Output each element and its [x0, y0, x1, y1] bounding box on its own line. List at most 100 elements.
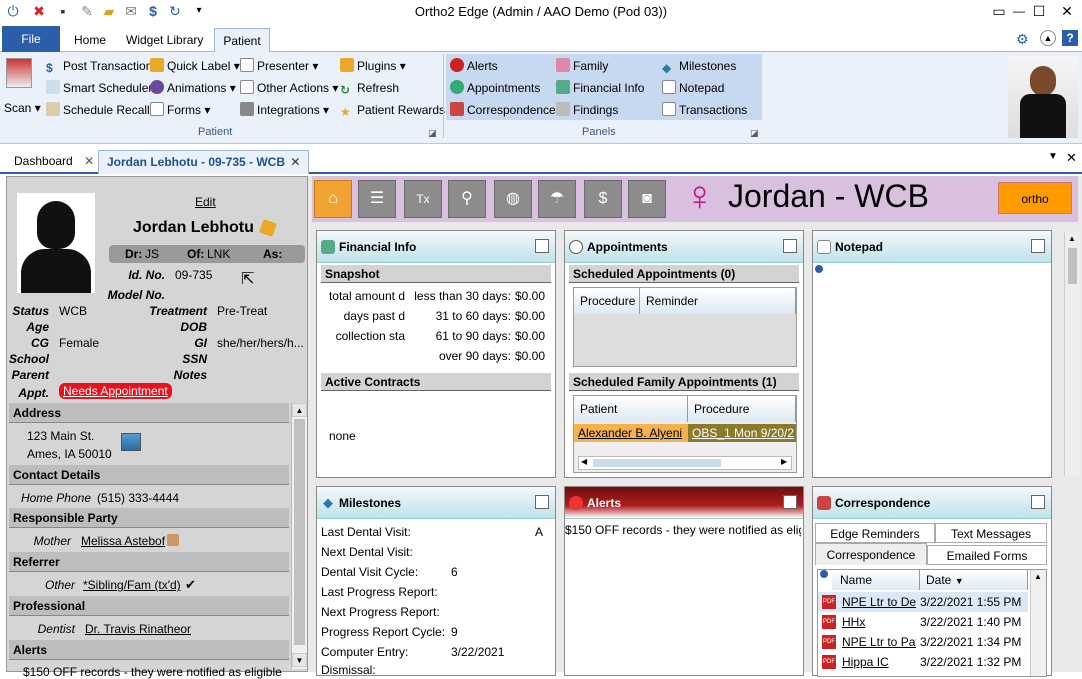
patient-rewards-button[interactable]: ★ Patient Rewards [340, 100, 445, 120]
plugins-button[interactable]: Plugins ▾ [340, 56, 406, 76]
integrations-button[interactable]: Integrations ▾ [240, 100, 329, 120]
dialog-launcher-icon[interactable]: ◪ [428, 128, 437, 139]
panel-milestones-toggle[interactable]: ◆ Milestones [662, 56, 736, 76]
referrer-link[interactable]: *Sibling/Fam (tx'd) [83, 578, 181, 592]
financial-nav-button[interactable]: $ [584, 180, 622, 218]
notepad-body[interactable] [815, 275, 1049, 475]
scheduled-appointments-grid[interactable]: Procedure Reminder [573, 287, 797, 367]
family-appointments-grid[interactable]: Patient Procedure Alexander B. Alyeni OB… [573, 395, 797, 473]
camera-nav-button[interactable]: ◙ [628, 180, 666, 218]
refresh-button[interactable]: ↻ Refresh [340, 78, 399, 98]
collapse-ribbon-icon[interactable]: ▲ [1040, 30, 1056, 46]
scanner-icon[interactable] [6, 58, 32, 88]
alerts-card-header[interactable]: Alerts [565, 487, 803, 519]
panel-correspondence-toggle[interactable]: Correspondence [450, 100, 556, 120]
document-name-link[interactable]: NPE Ltr to Pat [842, 635, 916, 649]
animations-button[interactable]: Animations ▾ [150, 78, 236, 98]
presenter-button[interactable]: Presenter ▾ [240, 56, 318, 76]
referrer-section-header[interactable]: Referrer [9, 552, 289, 572]
home-nav-button[interactable]: ⌂ [314, 180, 352, 218]
tag-icon[interactable] [259, 219, 277, 237]
horizontal-scrollbar[interactable]: ◀ ▶ [578, 456, 792, 470]
dialog-launcher-icon[interactable]: ◪ [750, 128, 759, 139]
schedule-recall-button[interactable]: Schedule Recall [46, 100, 150, 120]
family-appt-procedure[interactable]: OBS_1 Mon 9/20/2 [688, 424, 796, 442]
tab-dashboard[interactable]: Dashboard ✕ [6, 150, 102, 174]
other-actions-button[interactable]: Other Actions ▾ [240, 78, 338, 98]
map-icon[interactable] [121, 433, 141, 451]
name-column-header[interactable]: Name [832, 570, 920, 590]
panel-checkbox[interactable] [783, 495, 797, 509]
smart-scheduler-button[interactable]: Smart Scheduler [46, 78, 152, 98]
procedure-column-header[interactable]: Procedure [574, 288, 640, 314]
reminder-column-header[interactable]: Reminder [640, 288, 796, 314]
close-button[interactable]: ✕ [1048, 0, 1082, 22]
address-section-header[interactable]: Address [9, 403, 289, 423]
panel-financial-toggle[interactable]: Financial Info [556, 78, 644, 98]
scroll-up-icon[interactable]: ▲ [1034, 572, 1042, 581]
tab-file[interactable]: File [2, 26, 60, 52]
left-panel-scrollbar[interactable]: ▲ ▼ [291, 403, 307, 669]
panel-family-toggle[interactable]: Family [556, 56, 608, 76]
correspondence-grid[interactable]: Name Date ▼ ▲ PDF NPE Ltr to Der 3/22/20… [817, 569, 1047, 677]
tab-patient[interactable]: Patient [214, 28, 270, 52]
treatment-nav-button[interactable]: Tx [404, 180, 442, 218]
tab-correspondence[interactable]: Correspondence [815, 543, 927, 565]
patient-column-header[interactable]: Patient [574, 396, 688, 422]
panel-checkbox[interactable] [783, 239, 797, 253]
tab-edge-reminders[interactable]: Edge Reminders [815, 523, 935, 543]
date-column-header[interactable]: Date ▼ [920, 570, 1028, 590]
scroll-right-icon[interactable]: ▶ [781, 457, 787, 466]
contact-section-header[interactable]: Contact Details [9, 465, 289, 485]
correspondence-row[interactable]: PDF NPE Ltr to Der 3/22/2021 1:55 PM [818, 592, 1028, 612]
tab-list-dropdown-icon[interactable]: ▼ [1048, 151, 1058, 162]
forms-button[interactable]: Forms ▾ [150, 100, 210, 120]
document-name-link[interactable]: HHx [842, 615, 916, 629]
correspondence-row[interactable]: PDF HHx 3/22/2021 1:40 PM [818, 612, 1028, 632]
correspondence-card-header[interactable]: Correspondence [813, 487, 1051, 519]
panel-transactions-toggle[interactable]: Transactions [662, 100, 747, 120]
close-tab-icon[interactable]: ✕ [84, 154, 94, 168]
procedure-column-header[interactable]: Procedure [688, 396, 796, 422]
scroll-up-icon[interactable]: ▲ [1068, 234, 1076, 243]
panel-checkbox[interactable] [535, 495, 549, 509]
correspondence-row[interactable]: PDF Hippa IC 3/22/2021 1:32 PM [818, 652, 1028, 672]
help-icon[interactable]: ? [1062, 30, 1078, 46]
panel-checkbox[interactable] [1031, 495, 1045, 509]
insurance-nav-button[interactable]: ☂ [538, 180, 576, 218]
dashboard-scrollbar[interactable]: ▲ [1064, 232, 1080, 476]
patient-photo[interactable] [17, 193, 95, 293]
add-row-icon[interactable] [820, 570, 828, 578]
panel-alerts-toggle[interactable]: Alerts [450, 56, 498, 76]
panel-checkbox[interactable] [1031, 239, 1045, 253]
appointments-card-header[interactable]: Appointments [565, 231, 803, 263]
alerts-section-header[interactable]: Alerts [9, 640, 289, 660]
document-name-link[interactable]: NPE Ltr to Der [842, 595, 916, 609]
tab-widget-library[interactable]: Widget Library [118, 28, 211, 52]
close-tab-icon[interactable]: ✕ [290, 155, 300, 169]
tab-patient-record[interactable]: Jordan Lebhotu - 09-735 - WCB ✕ [98, 150, 310, 174]
globe-nav-button[interactable]: ◍ [494, 180, 532, 218]
tab-home[interactable]: Home [66, 28, 114, 52]
responsible-section-header[interactable]: Responsible Party [9, 508, 289, 528]
scroll-down-icon[interactable]: ▼ [292, 653, 307, 667]
dentist-link[interactable]: Dr. Travis Rinatheor [85, 622, 191, 636]
needs-appointment-badge[interactable]: Needs Appointment [59, 383, 172, 399]
checklist-nav-button[interactable]: ☰ [358, 180, 396, 218]
scroll-left-icon[interactable]: ◀ [581, 457, 587, 466]
scroll-thumb[interactable] [593, 459, 721, 467]
quick-label-button[interactable]: Quick Label ▾ [150, 56, 240, 76]
settings-icon[interactable]: ⚙ [1016, 31, 1029, 48]
scroll-thumb[interactable] [1068, 248, 1077, 284]
close-all-icon[interactable]: ✕ [1066, 150, 1077, 166]
scroll-up-icon[interactable]: ▲ [292, 403, 307, 417]
scan-button[interactable]: Scan ▾ [4, 98, 41, 118]
milestones-card-header[interactable]: ◆ Milestones [317, 487, 555, 519]
tab-emailed-forms[interactable]: Emailed Forms [927, 545, 1047, 565]
grid-scrollbar[interactable]: ▲ [1030, 570, 1046, 676]
family-appt-patient[interactable]: Alexander B. Alyeni [574, 424, 688, 442]
edit-link[interactable]: Edit [195, 195, 216, 209]
financial-card-header[interactable]: Financial Info [317, 231, 555, 263]
panel-checkbox[interactable] [535, 239, 549, 253]
ortho-button[interactable]: ortho [998, 182, 1072, 214]
